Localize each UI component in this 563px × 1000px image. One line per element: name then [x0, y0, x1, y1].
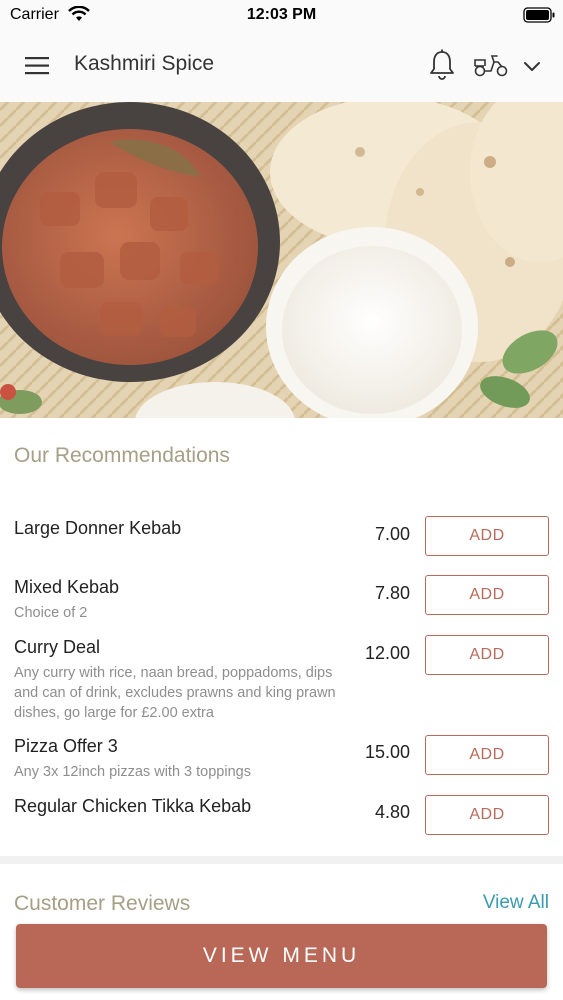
item-description: Any curry with rice, naan bread, poppado… [14, 665, 336, 721]
battery-icon [523, 7, 555, 28]
add-button[interactable]: ADD [425, 575, 549, 615]
scooter-icon[interactable] [472, 50, 510, 80]
restaurant-title: Kashmiri Spice [74, 52, 215, 75]
item-price: 4.80 [374, 802, 410, 822]
item-name: Large Donner Kebab [14, 518, 182, 538]
clock: 12:03 PM [246, 6, 317, 23]
view-all-link[interactable]: View All [483, 892, 549, 914]
view-menu-button[interactable]: VIEW MENU [16, 924, 547, 988]
item-price: 15.00 [364, 742, 410, 762]
item-price: 7.80 [374, 583, 410, 603]
section-divider [0, 856, 563, 864]
item-price: 12.00 [364, 643, 410, 663]
item-name: Curry Deal [14, 637, 101, 657]
item-price: 7.00 [374, 524, 410, 544]
customer-reviews-title: Customer Reviews [14, 892, 191, 915]
status-bar: Carrier 12:03 PM [0, 0, 563, 30]
hero-food-image [0, 102, 563, 418]
item-name: Mixed Kebab [14, 577, 120, 597]
item-description: Choice of 2 [14, 605, 88, 621]
chevron-down-icon[interactable] [520, 54, 544, 78]
item-name: Pizza Offer 3 [14, 736, 118, 756]
add-button[interactable]: ADD [425, 735, 549, 775]
recommendations-title: Our Recommendations [14, 444, 230, 467]
item-name: Regular Chicken Tikka Kebab [14, 796, 252, 816]
add-button[interactable]: ADD [425, 516, 549, 556]
hamburger-menu-icon[interactable] [20, 52, 54, 80]
add-button[interactable]: ADD [425, 795, 549, 835]
item-description: Any 3x 12inch pizzas with 3 toppings [14, 764, 251, 780]
bell-icon[interactable] [427, 48, 457, 82]
app-header: Kashmiri Spice [0, 30, 563, 102]
add-button[interactable]: ADD [425, 635, 549, 675]
